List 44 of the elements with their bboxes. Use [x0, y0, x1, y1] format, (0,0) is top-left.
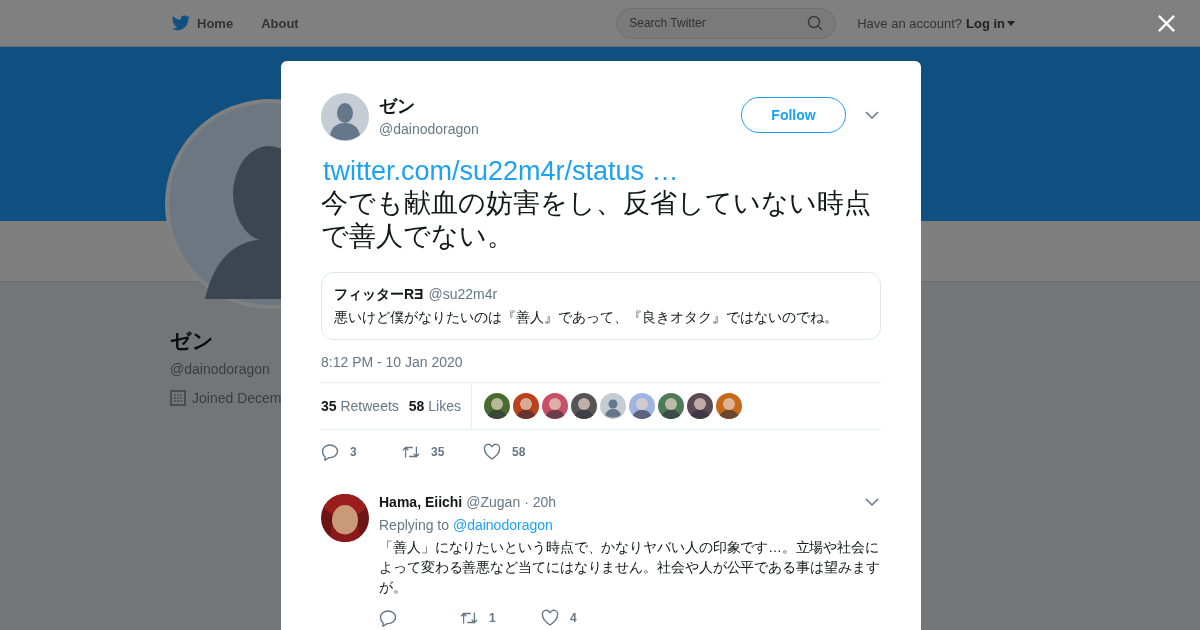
quoted-handle: @su22m4r — [428, 286, 498, 302]
chevron-icon[interactable] — [865, 111, 879, 119]
reply-author-name: Hama, Eiichi — [379, 494, 463, 510]
login-link[interactable]: Log in — [966, 15, 1015, 31]
nav-link[interactable]: About — [261, 15, 299, 31]
mention-link[interactable]: @dainodoragon — [452, 517, 553, 533]
tweet-link[interactable]: twitter.com/su22m4r/status … — [321, 155, 881, 187]
stat-link[interactable]: 58 Likes — [408, 398, 461, 414]
tweet-text: 今でも献血の妨害をし、反省していない時点で善人でない。 — [321, 187, 872, 253]
nav-link[interactable]: Home — [171, 14, 234, 32]
account-prompt: Have an account? — [857, 15, 962, 31]
profile-handle: @dainodoragon — [170, 361, 271, 377]
reply-time: · 20h — [524, 494, 557, 510]
replying-label: Replying to — [379, 517, 450, 533]
search-field[interactable]: Search Twitter — [616, 7, 837, 39]
follow-button[interactable]: Follow — [741, 97, 846, 133]
calendar-icon — [170, 390, 186, 406]
heart-icon — [541, 609, 559, 627]
profile-name: ゼン — [170, 328, 215, 354]
timestamp: 8:12 PM - 10 Jan 2020 — [321, 354, 464, 370]
bird-logo-icon — [171, 14, 191, 32]
action-button[interactable]: 1 — [460, 609, 541, 627]
chevron-icon[interactable] — [865, 498, 879, 506]
joined-date: Joined Decem — [192, 390, 282, 406]
search-icon — [807, 15, 824, 31]
heart-icon — [483, 443, 501, 461]
reply-text: 「善人」になりたいという時点で、かなりヤバい人の印象です…。立場や社会によって変わる善悪など当てにはなりません。社会や人が公平である事は望みますが。 — [379, 539, 881, 597]
action-button[interactable]: 35 — [402, 443, 483, 461]
reply-icon — [321, 443, 339, 461]
quoted-text: 悪いけど僕がなりたいのは『善人』であって、『良きオタク』ではないのでね。 — [334, 309, 839, 327]
close-icon[interactable] — [1157, 14, 1176, 33]
quoted-tweet[interactable]: フィッターRƎ @su22m4r 悪いけど僕がなりたいのは『善人』であって、『良きオタク』ではないのでね。 — [321, 272, 881, 340]
action-button[interactable]: 3 — [321, 443, 402, 461]
action-button[interactable]: 58 — [483, 443, 564, 461]
avatar-icon[interactable] — [600, 393, 626, 419]
author-handle: @dainodoragon — [379, 121, 480, 137]
caret-icon — [1007, 20, 1015, 26]
action-button[interactable]: 4 — [541, 609, 622, 627]
reply-author-handle: @Zugan — [466, 494, 521, 510]
quoted-name: フィッターRƎ — [334, 286, 424, 304]
reply-icon — [379, 609, 397, 627]
avatar-icon — [321, 93, 369, 141]
stat-link[interactable]: 35 Retweets — [321, 398, 399, 414]
author-name: ゼン — [379, 95, 416, 118]
